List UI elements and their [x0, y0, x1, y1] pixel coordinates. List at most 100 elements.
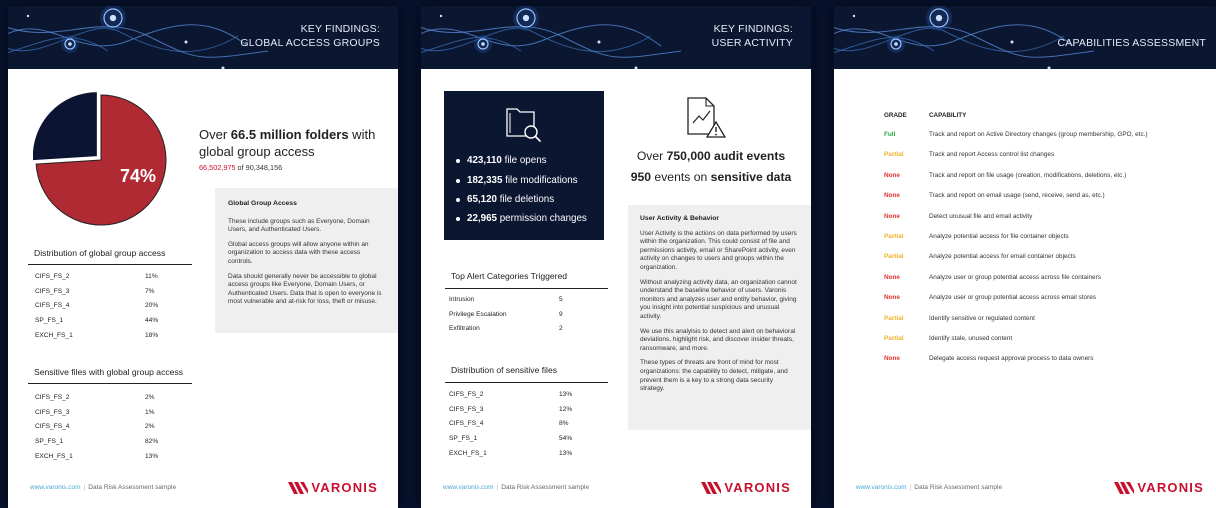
grade-label: None — [884, 212, 900, 220]
page-capabilities-assessment: CAPABILITIES ASSESSMENT GRADE CAPABILITY… — [834, 6, 1216, 508]
capability-row: Partial Track and report Access control l… — [884, 151, 1054, 158]
box-paragraph: Global access groups will allow anyone w… — [228, 240, 369, 265]
folder-count-red: 66,502,975 — [199, 163, 236, 172]
table-title: Sensitive files with global group access — [34, 367, 184, 377]
capability-text: Track and report on Active Directory cha… — [929, 131, 1148, 138]
capability-row: Partial Identify stale, unused content — [884, 335, 1012, 342]
capability-text: Analyze user or group potential access a… — [929, 273, 1101, 281]
capability-text: Analyze potential access for file contai… — [929, 233, 1069, 240]
capability-text: Delegate access request approval process… — [929, 355, 1094, 363]
capability-text: Track and report on email usage (send, r… — [929, 192, 1105, 200]
capability-row: None Track and report on email usage (sen… — [884, 192, 1105, 199]
grade-label: None — [884, 355, 900, 363]
page-global-access-groups: KEY FINDINGS: GLOBAL ACCESS GROUPS 74% O… — [8, 6, 398, 508]
header-line-1: KEY FINDINGS: — [713, 23, 793, 35]
capability-text: Detect unusual file and email activity — [929, 212, 1033, 220]
column-header-grade: GRADE — [884, 112, 907, 119]
capability-text: Track and report Access control list cha… — [929, 151, 1055, 159]
table-row: CIFS_FS_3 7% — [35, 287, 155, 295]
header-line-2: USER ACTIVITY — [711, 37, 793, 49]
table-row: SP_FS_1 82% — [35, 438, 159, 446]
varonis-chevron-icon — [701, 481, 722, 494]
capability-text: Identify sensitive or regulated content — [929, 314, 1035, 322]
varonis-chevron-icon — [1114, 481, 1135, 494]
header-line-2: GLOBAL ACCESS GROUPS — [240, 37, 380, 49]
grade-label: None — [884, 192, 900, 200]
page-header: KEY FINDINGS: GLOBAL ACCESS GROUPS — [8, 6, 398, 69]
divider — [445, 288, 608, 290]
header-line-1: KEY FINDINGS: — [300, 23, 380, 35]
footer-link[interactable]: www.varonis.com — [30, 484, 81, 491]
varonis-chevron-icon — [288, 481, 309, 494]
activity-summary-box: 423,110 file opens 182,335 file modifica… — [444, 91, 604, 240]
headline: Over 66.5 million folders with global gr… — [199, 127, 376, 159]
table-row: CIFS_FS_4 20% — [35, 302, 159, 310]
capability-text: Analyze user or group potential access a… — [929, 294, 1096, 302]
distribution-table: CIFS_FS_2 11% CIFS_FS_3 7% CIFS_FS_4 20% SP… — [35, 269, 158, 343]
table-row: Intrusion 5 — [449, 295, 563, 303]
logo-text: VARONIS — [1137, 480, 1204, 495]
headline-sensitive-events: 950 events on sensitive data — [630, 170, 792, 184]
footer: www.varonis.com | Data Risk Assessment sam… — [443, 484, 590, 491]
page-user-activity: KEY FINDINGS: USER ACTIVITY 423,110 file… — [421, 6, 811, 508]
bullet-item: 65,120 file deletions — [456, 194, 554, 205]
varonis-logo: VARONIS — [1114, 480, 1204, 495]
bullet-item: 22,965 permission changes — [456, 213, 587, 224]
table-row: EXCH_FS_1 18% — [35, 332, 159, 340]
table-row: CIFS_FS_3 12% — [449, 405, 573, 413]
box-title: User Activity & Behavior — [640, 215, 720, 222]
capability-row: Full Track and report on Active Directory… — [884, 131, 1148, 138]
grade-label: None — [884, 171, 900, 179]
table-row: CIFS_FS_2 11% — [35, 272, 158, 280]
alert-categories-table: Intrusion 5 Privilege Escalation 9 Exfiltr… — [449, 292, 563, 336]
capability-row: None Analyze user or group potential acce… — [884, 294, 1096, 301]
footer-link[interactable]: www.varonis.com — [856, 484, 907, 491]
headline-audit-events: Over 750,000 audit events — [636, 149, 786, 163]
table-row: CIFS_FS_3 1% — [35, 408, 155, 416]
grade-label: None — [884, 273, 900, 281]
logo-text: VARONIS — [724, 480, 791, 495]
footer-link[interactable]: www.varonis.com — [443, 484, 494, 491]
varonis-logo: VARONIS — [288, 480, 378, 495]
document-warning-icon — [687, 97, 727, 138]
pie-slice-remaining — [33, 91, 98, 162]
footer: www.varonis.com | Data Risk Assessment sam… — [856, 484, 1003, 491]
sensitive-distribution-table: CIFS_FS_2 13% CIFS_FS_3 12% CIFS_FS_4 8% SP… — [449, 387, 572, 461]
logo-text: VARONIS — [311, 480, 378, 495]
table-row: Exfiltration 2 — [449, 325, 563, 333]
capability-row: None Detect unusual file and email activi… — [884, 213, 1032, 220]
capability-row: Partial Identify sensitive or regulated c… — [884, 315, 1035, 322]
page-header-title: KEY FINDINGS: GLOBAL ACCESS GROUPS — [240, 22, 380, 50]
box-paragraph: We use this analylsis to detect and aler… — [640, 327, 796, 352]
bullet-item: 423,110 file opens — [456, 155, 547, 166]
capability-row: Partial Analyze potential access for file… — [884, 233, 1069, 240]
table-row: CIFS_FS_2 2% — [35, 393, 155, 401]
grade-label: Partial — [884, 151, 904, 159]
footer: www.varonis.com | Data Risk Assessment sam… — [30, 484, 177, 491]
table-row: EXCH_FS_1 13% — [449, 450, 573, 458]
page-header-title: CAPABILITIES ASSESSMENT — [1057, 37, 1206, 49]
grade-label: Full — [884, 131, 896, 138]
table-title: Distribution of sensitive files — [451, 365, 558, 375]
sensitive-files-table: CIFS_FS_2 2% CIFS_FS_3 1% CIFS_FS_4 2% SP_F… — [35, 390, 158, 464]
table-row: CIFS_FS_4 8% — [449, 420, 569, 428]
capability-row: None Track and report on file usage (crea… — [884, 172, 1126, 179]
user-activity-box: User Activity & Behavior User Activity i… — [628, 205, 811, 430]
table-title: Distribution of global group access — [34, 248, 166, 258]
capability-row: None Analyze user or group potential acce… — [884, 274, 1101, 281]
page-header-title: KEY FINDINGS: USER ACTIVITY — [712, 22, 793, 50]
pie-percent-label: 74% — [120, 166, 157, 186]
divider — [28, 264, 192, 266]
page-header: KEY FINDINGS: USER ACTIVITY — [421, 6, 811, 69]
grade-label: Partial — [884, 233, 904, 240]
divider — [28, 383, 192, 385]
page-header: CAPABILITIES ASSESSMENT — [834, 6, 1216, 69]
pie-chart — [33, 91, 167, 226]
table-row: SP_FS_1 44% — [35, 317, 159, 325]
grade-label: Partial — [884, 335, 904, 342]
box-paragraph: Without analyzing activity data, an orga… — [640, 278, 797, 320]
table-row: CIFS_FS_4 2% — [35, 423, 155, 431]
divider — [445, 382, 608, 384]
grade-label: None — [884, 294, 900, 302]
grade-label: Partial — [884, 253, 904, 261]
